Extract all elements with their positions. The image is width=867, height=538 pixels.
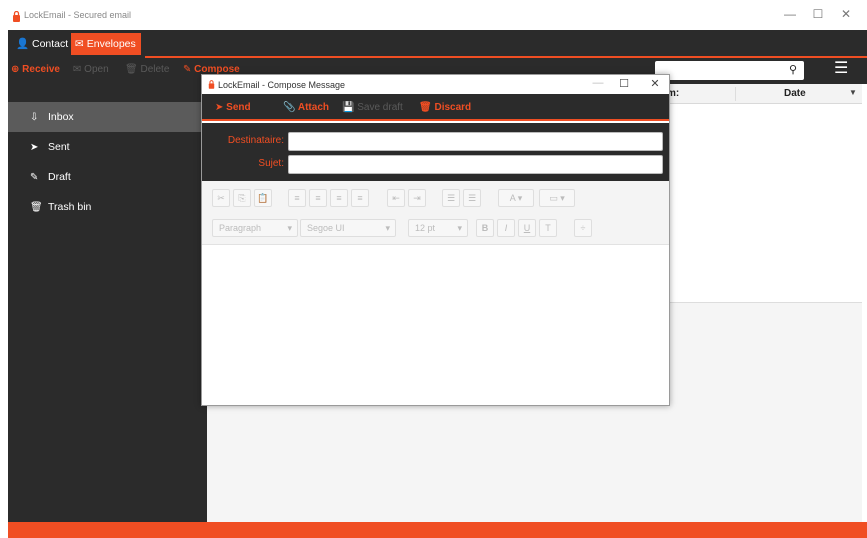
receive-icon: ⊕: [11, 64, 20, 75]
sidebar-item-draft[interactable]: ✎ Draft: [8, 162, 207, 192]
contact-icon: 👤: [16, 38, 30, 50]
send-button[interactable]: ➤ Send: [215, 102, 251, 113]
underline-button[interactable]: U: [518, 219, 536, 237]
font-size-select[interactable]: 12 pt ▾: [408, 219, 468, 237]
attach-button[interactable]: 📎 Attach: [283, 102, 329, 113]
bold-button[interactable]: B: [476, 219, 494, 237]
attach-label: Attach: [297, 102, 329, 113]
lock-logo-icon: [208, 80, 215, 89]
window-title: LockEmail - Secured email: [24, 10, 132, 20]
search-input[interactable]: ⚲: [655, 61, 804, 80]
open-button[interactable]: ✉ Open: [73, 64, 109, 75]
recipient-label: Destinataire:: [227, 135, 284, 146]
pencil-icon: ✎: [183, 64, 192, 75]
delete-button[interactable]: 🗑 Delete: [125, 64, 169, 75]
minimize-button[interactable]: —: [778, 7, 802, 21]
tab-envelopes-label: Envelopes: [86, 38, 136, 50]
app-window: LockEmail - Secured email — ☐ ✕ 👤 Contac…: [0, 0, 867, 538]
recipient-input[interactable]: [288, 132, 663, 151]
paragraph-format-value: Paragraph: [219, 223, 262, 233]
font-family-value: Segoe UI: [307, 223, 345, 233]
compose-title-bar: LockEmail - Compose Message — ☐ ✕: [202, 75, 669, 94]
envelope-icon: ✉: [75, 38, 84, 50]
send-label: Send: [226, 102, 251, 113]
sidebar-item-inbox[interactable]: ⇩ Inbox: [8, 102, 207, 132]
trash-icon: 🗑: [30, 202, 43, 213]
italic-button[interactable]: I: [497, 219, 515, 237]
numbered-list-icon[interactable]: ☰: [463, 189, 481, 207]
compose-dialog: LockEmail - Compose Message — ☐ ✕ ➤ Send…: [201, 74, 670, 406]
receive-button[interactable]: ⊕ Receive: [11, 64, 60, 75]
sidebar-item-sent[interactable]: ➤ Sent: [8, 132, 207, 162]
font-size-value: 12 pt: [415, 223, 436, 233]
paste-icon[interactable]: 📋: [254, 189, 272, 207]
paperclip-icon: 📎: [283, 102, 296, 113]
trash-icon: 🗑: [125, 64, 138, 75]
horizontal-rule-icon[interactable]: ÷: [574, 219, 592, 237]
indent-icon[interactable]: ⇥: [408, 189, 426, 207]
column-date-header[interactable]: Date: [784, 88, 806, 99]
chevron-down-icon: ▾: [457, 223, 462, 233]
chevron-down-icon: ▾: [287, 223, 292, 233]
sidebar-item-trash[interactable]: 🗑 Trash bin: [8, 192, 207, 222]
message-body-editor[interactable]: [202, 246, 669, 405]
status-bar: [8, 522, 867, 538]
open-mail-icon: ✉: [73, 64, 82, 75]
sidebar-item-label: Trash bin: [48, 201, 92, 213]
lock-logo-icon: [13, 11, 20, 22]
strikethrough-button[interactable]: T: [539, 219, 557, 237]
open-label: Open: [84, 64, 109, 75]
chevron-down-icon: ▾: [385, 223, 390, 233]
tab-contact[interactable]: 👤 Contact: [12, 33, 73, 55]
sidebar-item-label: Draft: [48, 171, 71, 183]
inbox-icon: ⇩: [30, 112, 39, 123]
editor-toolbar: ✂ ⎘ 📋 ≡ ≡ ≡ ≡ ⇤ ⇥ ☰ ☰ A ▾ ▭ ▾ Paragraph ▾…: [202, 181, 669, 245]
outdent-icon[interactable]: ⇤: [387, 189, 405, 207]
compose-minimize-button[interactable]: —: [588, 77, 608, 89]
compose-maximize-button[interactable]: ☐: [614, 77, 634, 90]
receive-label: Receive: [22, 64, 60, 75]
discard-button[interactable]: 🗑 Discard: [419, 102, 471, 113]
compose-toolbar: ➤ Send 📎 Attach 💾 Save draft 🗑 Discard: [202, 94, 669, 121]
tab-contact-label: Contact: [32, 38, 69, 50]
pencil-icon: ✎: [30, 172, 39, 183]
send-icon: ➤: [215, 102, 224, 113]
font-family-select[interactable]: Segoe UI ▾: [300, 219, 396, 237]
paragraph-format-select[interactable]: Paragraph ▾: [212, 219, 298, 237]
sent-icon: ➤: [30, 142, 39, 153]
align-left-icon[interactable]: ≡: [288, 189, 306, 207]
bullet-list-icon[interactable]: ☰: [442, 189, 460, 207]
search-icon[interactable]: ⚲: [789, 63, 797, 76]
cut-icon[interactable]: ✂: [212, 189, 230, 207]
save-draft-label: Save draft: [357, 102, 403, 113]
close-button[interactable]: ✕: [834, 7, 858, 21]
compose-close-button[interactable]: ✕: [645, 77, 665, 90]
column-divider: [735, 87, 736, 101]
delete-label: Delete: [140, 64, 170, 75]
sidebar: ⇩ Inbox ➤ Sent ✎ Draft 🗑 Trash bin: [8, 84, 207, 522]
align-right-icon[interactable]: ≡: [330, 189, 348, 207]
copy-icon[interactable]: ⎘: [233, 189, 251, 207]
compose-fields: Destinataire: Sujet:: [202, 123, 669, 181]
maximize-button[interactable]: ☐: [806, 7, 830, 21]
align-center-icon[interactable]: ≡: [309, 189, 327, 207]
trash-icon: 🗑: [419, 102, 432, 113]
highlight-color-icon[interactable]: ▭ ▾: [539, 189, 575, 207]
sort-chevron-down-icon[interactable]: ▼: [849, 88, 857, 97]
save-icon: 💾: [342, 102, 355, 113]
title-bar: LockEmail - Secured email — ☐ ✕: [0, 0, 867, 30]
save-draft-button[interactable]: 💾 Save draft: [342, 102, 403, 113]
compose-title: LockEmail - Compose Message: [218, 80, 346, 90]
discard-label: Discard: [434, 102, 472, 113]
align-justify-icon[interactable]: ≡: [351, 189, 369, 207]
subject-label: Sujet:: [258, 158, 284, 169]
sidebar-item-label: Sent: [48, 141, 70, 153]
text-color-icon[interactable]: A ▾: [498, 189, 534, 207]
nav-bar: 👤 Contact ✉ Envelopes: [8, 30, 867, 58]
hamburger-menu-icon[interactable]: ☰: [834, 61, 848, 77]
subject-input[interactable]: [288, 155, 663, 174]
tab-envelopes[interactable]: ✉ Envelopes: [71, 33, 141, 55]
sidebar-item-label: Inbox: [48, 111, 74, 123]
